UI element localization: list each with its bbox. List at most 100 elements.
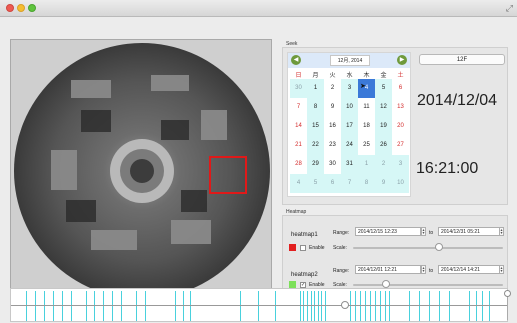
close-button[interactable]	[6, 4, 14, 12]
calendar-day[interactable]: 1	[358, 155, 375, 174]
calendar-day[interactable]: 11	[358, 98, 375, 117]
heatmap1-enable-checkbox[interactable]	[300, 245, 306, 251]
calendar-day[interactable]: 29	[307, 155, 324, 174]
calendar-day[interactable]: 13	[392, 98, 409, 117]
recording-tick	[370, 291, 371, 321]
calendar-day[interactable]: 18	[358, 117, 375, 136]
calendar-day[interactable]: 6	[324, 174, 341, 193]
seek-panel: ◀ 12月, 2014 ▶ 日月火水木金土 30 1 2 3 4 ➤ 5 6 7 8 9 10 11 12…	[282, 47, 508, 205]
calendar-day[interactable]: 3	[341, 79, 358, 98]
calendar-day[interactable]: 4	[290, 174, 307, 193]
calendar-day[interactable]: 9	[375, 174, 392, 193]
recording-tick	[175, 291, 176, 321]
recording-tick	[112, 291, 113, 321]
recording-tick	[476, 291, 477, 321]
calendar-day[interactable]: 24	[341, 136, 358, 155]
calendar-day[interactable]: 8	[358, 174, 375, 193]
recording-tick	[429, 291, 430, 321]
heatmap2-name: heatmap2	[291, 272, 318, 278]
detection-box[interactable]	[209, 156, 247, 194]
timeline-playhead[interactable]	[341, 301, 349, 309]
weekday-label: 月	[312, 73, 319, 79]
zoom-button[interactable]	[28, 4, 36, 12]
heatmap2-to-stepper[interactable]: ▴ ▾	[499, 265, 504, 274]
calendar-day[interactable]: 10	[341, 98, 358, 117]
heatmap2-scale-knob[interactable]	[382, 280, 390, 288]
calendar-day[interactable]: 2	[375, 155, 392, 174]
weekday-label: 水	[346, 73, 353, 79]
recording-tick	[145, 291, 146, 321]
recording-tick	[136, 291, 137, 321]
calendar-day[interactable]: 10	[392, 174, 409, 193]
weekday-label: 木	[363, 73, 370, 79]
recording-tick	[53, 291, 54, 321]
calendar-day[interactable]: 16	[324, 117, 341, 136]
recording-tick	[439, 291, 440, 321]
calendar-day[interactable]: 17	[341, 117, 358, 136]
heatmap2-scale-slider[interactable]	[353, 284, 503, 286]
calendar-day-selected[interactable]: 4 ➤	[358, 79, 375, 98]
calendar-day[interactable]: 3	[392, 155, 409, 174]
calendar-day[interactable]: 30	[324, 155, 341, 174]
calendar-day[interactable]: 21	[290, 136, 307, 155]
heatmap1-to-stepper[interactable]: ▴ ▾	[499, 227, 504, 236]
heatmap2-from-stepper[interactable]: ▴ ▾	[421, 265, 426, 274]
calendar-day[interactable]: 28	[290, 155, 307, 174]
recording-tick	[94, 291, 95, 321]
main-window: Seek ◀ 12月, 2014 ▶ 日月火水木金土 30 1 2 3 4 ➤ 5 6 7 8 9 1…	[0, 17, 517, 323]
recording-tick	[303, 291, 304, 321]
heatmap1-from-stepper[interactable]: ▴ ▾	[421, 227, 426, 236]
heatmap2-to-field[interactable]: 2014/12/14 14:21	[438, 265, 500, 274]
recording-tick	[190, 291, 191, 321]
calendar-day[interactable]: 30	[290, 79, 307, 98]
calendar-day[interactable]: 14	[290, 117, 307, 136]
heatmap1-from-field[interactable]: 2014/12/15 12:23	[355, 227, 421, 236]
calendar-day[interactable]: 25	[358, 136, 375, 155]
calendar-day[interactable]: 8	[307, 98, 324, 117]
recording-tick	[311, 291, 312, 321]
heatmap1-color-swatch[interactable]	[289, 244, 296, 251]
calendar-day[interactable]: 19	[375, 117, 392, 136]
timeline-zoom-slider[interactable]	[504, 290, 511, 320]
calendar-day[interactable]: 7	[341, 174, 358, 193]
calendar-day[interactable]: 22	[307, 136, 324, 155]
calendar-day[interactable]: 6	[392, 79, 409, 98]
minimize-button[interactable]	[17, 4, 25, 12]
timeline[interactable]	[10, 288, 508, 322]
calendar-day[interactable]: 7	[290, 98, 307, 117]
level-button[interactable]: 12F	[419, 54, 505, 65]
heatmap1-scale-slider[interactable]	[353, 247, 503, 249]
date-display: 2014/12/04	[417, 92, 498, 109]
calendar-day[interactable]: 12	[375, 98, 392, 117]
month-year-label[interactable]: 12月, 2014	[330, 55, 370, 66]
calendar-day[interactable]: 15	[307, 117, 324, 136]
heatmap1-scale-knob[interactable]	[434, 243, 443, 251]
timeline-track[interactable]	[11, 305, 507, 306]
calendar-day[interactable]: 20	[392, 117, 409, 136]
fisheye-video-view[interactable]	[10, 39, 272, 301]
calendar-day[interactable]: 2	[324, 79, 341, 98]
heatmap2-range-label: Range:	[333, 268, 350, 274]
calendar-day[interactable]: 27	[392, 136, 409, 155]
recording-tick	[419, 291, 420, 321]
calendar-day[interactable]: 26	[375, 136, 392, 155]
calendar-day[interactable]: 5	[307, 174, 324, 193]
heatmap2-from-field[interactable]: 2014/12/01 12:21	[355, 265, 421, 274]
weekday-label: 火	[329, 73, 336, 79]
recording-tick	[380, 291, 381, 321]
calendar-day[interactable]: 23	[324, 136, 341, 155]
calendar-day[interactable]: 9	[324, 98, 341, 117]
weekday-label: 日	[295, 73, 302, 79]
next-month-button[interactable]: ▶	[397, 55, 407, 65]
recording-tick	[71, 291, 72, 321]
timeline-zoom-knob[interactable]	[504, 290, 511, 297]
heatmap2-color-swatch[interactable]	[289, 281, 296, 288]
resize-icon[interactable]: ⤢	[506, 3, 513, 14]
heatmap1-to-field[interactable]: 2014/12/31 05:21	[438, 227, 500, 236]
recording-tick	[258, 291, 259, 321]
recording-tick	[360, 291, 361, 321]
calendar-day[interactable]: 31	[341, 155, 358, 174]
calendar-day[interactable]: 1	[307, 79, 324, 98]
prev-month-button[interactable]: ◀	[291, 55, 301, 65]
calendar-day[interactable]: 5	[375, 79, 392, 98]
